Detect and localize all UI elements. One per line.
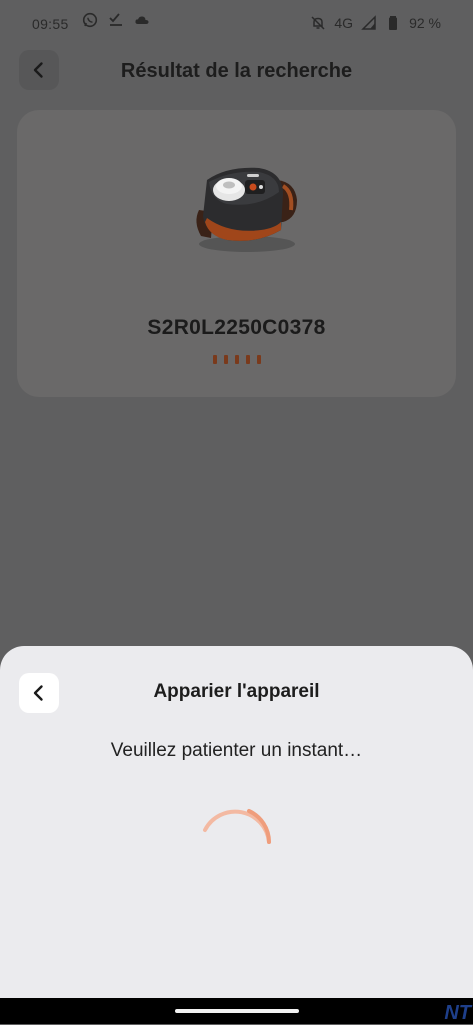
status-bar: 09:55 4G 92 % [0,0,473,44]
system-navigation-bar [0,998,473,1024]
status-left-icons [82,12,150,28]
progress-dot [245,355,250,364]
pairing-progress-dots [17,355,456,364]
status-battery: 92 % [409,15,441,31]
robot-mower-image [196,167,297,252]
whatsapp-icon [82,12,98,28]
top-app-bar: Résultat de la recherche [0,46,473,96]
progress-dot [212,355,217,364]
loading-spinner-icon [203,809,271,844]
status-network: 4G [334,15,354,31]
status-right-icons: 4G 92 % [310,15,441,31]
home-gesture-handle[interactable] [175,1009,299,1013]
signal-icon [361,15,376,30]
task-check-icon [109,13,122,26]
cloud-icon [135,16,149,24]
pairing-bottom-sheet: Apparier l'appareil Veuillez patienter u… [0,646,473,998]
battery-icon [389,16,398,30]
notifications-off-icon [311,16,325,30]
progress-dot [256,355,261,364]
progress-dot [234,355,239,364]
sheet-message: Veuillez patienter un instant… [110,740,363,761]
watermark-logo: NT [444,1002,471,1024]
page-title: Résultat de la recherche [120,60,353,82]
device-result-card[interactable]: S2R0L2250C0378 [17,110,456,397]
sheet-title: Apparier l'appareil [153,681,320,702]
status-time: 09:55 [32,16,69,32]
progress-dot [223,355,228,364]
device-serial-number: S2R0L2250C0378 [147,316,326,339]
